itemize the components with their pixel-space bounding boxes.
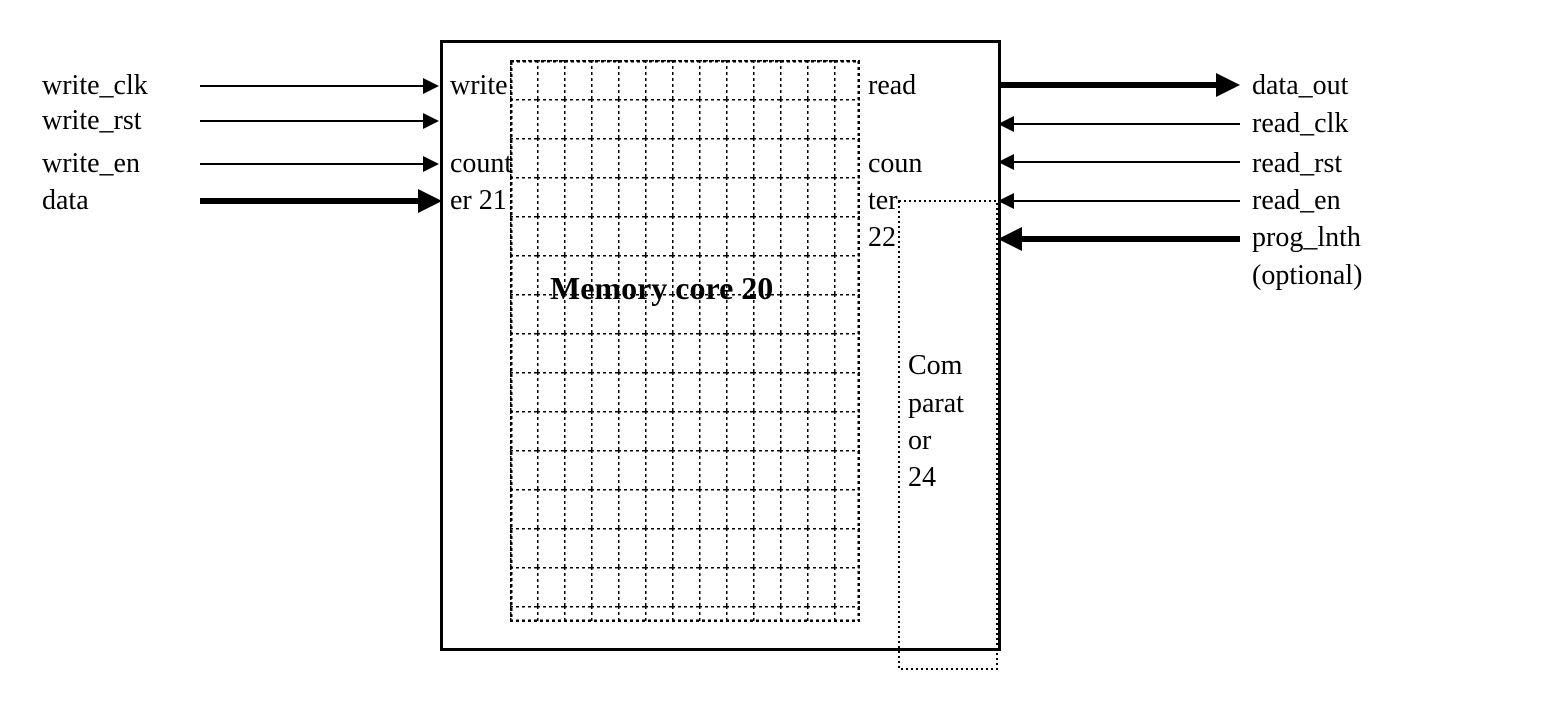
label-read-counter-top: read [868, 70, 916, 102]
arrowhead-read-en [998, 193, 1014, 209]
label-comparator-3: or [908, 425, 931, 457]
arrow-read-rst [1014, 161, 1240, 163]
arrowhead-write-rst [423, 113, 439, 129]
label-read-rst: read_rst [1252, 148, 1342, 180]
label-write-rst: write_rst [42, 105, 142, 137]
arrowhead-data-out [1216, 73, 1240, 97]
label-prog-lnth: prog_lnth [1252, 222, 1361, 254]
arrowhead-prog-lnth [998, 227, 1022, 251]
arrow-data [200, 198, 420, 204]
arrow-write-clk [200, 85, 425, 87]
arrowhead-data [418, 189, 442, 213]
label-optional: (optional) [1252, 260, 1362, 292]
memory-block-diagram: write_clk write_rst write_en data write … [20, 20, 1561, 691]
label-read-counter-mid: coun [868, 148, 922, 180]
label-write-counter-mid: count [450, 148, 512, 180]
arrowhead-read-rst [998, 154, 1014, 170]
label-read-counter-bot2: 22 [868, 222, 896, 254]
label-comparator-2: parat [908, 388, 964, 420]
arrowhead-read-clk [998, 116, 1014, 132]
label-write-counter-top: write [450, 70, 508, 102]
label-comparator-4: 24 [908, 462, 936, 494]
arrow-data-out [998, 82, 1218, 88]
arrow-write-rst [200, 120, 425, 122]
label-read-counter-bot1: ter [868, 185, 898, 217]
label-data: data [42, 185, 89, 217]
arrow-write-en [200, 163, 425, 165]
label-read-en: read_en [1252, 185, 1341, 217]
memory-core-grid [510, 60, 860, 622]
arrowhead-write-clk [423, 78, 439, 94]
arrow-prog-lnth [1022, 236, 1240, 242]
label-comparator-1: Com [908, 350, 962, 382]
arrowhead-write-en [423, 156, 439, 172]
label-memory-core: Memory core 20 [550, 270, 773, 307]
arrow-read-en [1014, 200, 1240, 202]
label-write-en: write_en [42, 148, 140, 180]
label-write-counter-bot: er 21 [450, 185, 507, 217]
label-data-out: data_out [1252, 70, 1348, 102]
label-write-clk: write_clk [42, 70, 148, 102]
arrow-read-clk [1014, 123, 1240, 125]
label-read-clk: read_clk [1252, 108, 1348, 140]
